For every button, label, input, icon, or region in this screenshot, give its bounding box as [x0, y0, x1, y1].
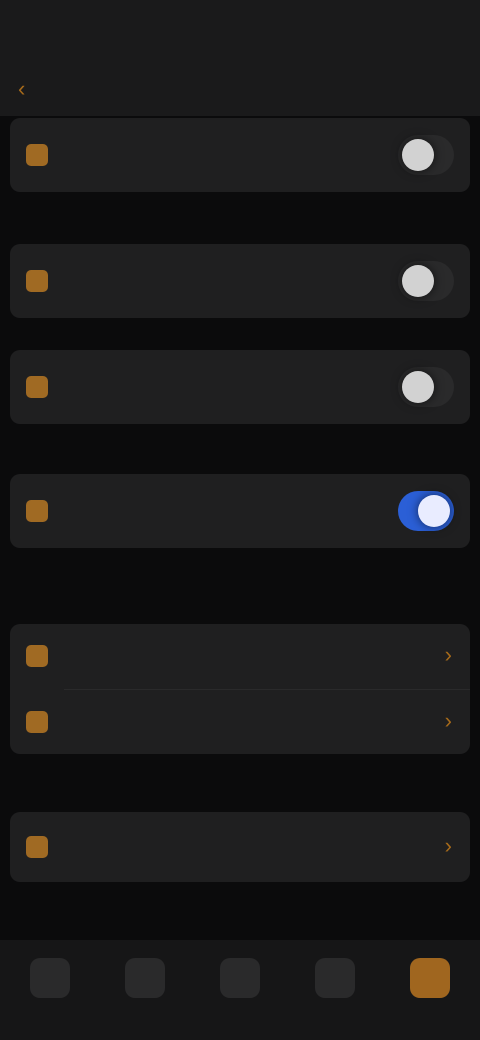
setting-card-3	[10, 350, 470, 424]
tab-5-icon[interactable]	[410, 958, 450, 998]
chevron-right-icon: ›	[444, 833, 452, 858]
row-icon	[26, 645, 48, 667]
chevron-right-icon: ›	[444, 642, 452, 667]
setting-icon	[26, 270, 48, 292]
toggle-knob	[402, 139, 434, 171]
setting-toggle[interactable]	[398, 261, 454, 301]
setting-icon	[26, 376, 48, 398]
status-bar	[0, 0, 480, 64]
back-button[interactable]: ‹	[18, 76, 25, 102]
tab-1-icon[interactable]	[30, 958, 70, 998]
setting-toggle[interactable]	[398, 491, 454, 531]
tab-3-icon[interactable]	[220, 958, 260, 998]
row-icon	[26, 711, 48, 733]
chevron-right-icon: ›	[444, 708, 452, 733]
nav-header: ‹	[0, 64, 480, 116]
setting-card-1	[10, 118, 470, 192]
nav-row[interactable]: ›	[10, 624, 470, 688]
row-icon	[26, 836, 48, 858]
setting-icon	[26, 500, 48, 522]
toggle-knob	[418, 495, 450, 527]
toggle-knob	[402, 265, 434, 297]
tab-4-icon[interactable]	[315, 958, 355, 998]
nav-row[interactable]: ›	[10, 815, 470, 879]
tab-2-icon[interactable]	[125, 958, 165, 998]
toggle-knob	[402, 371, 434, 403]
setting-toggle[interactable]	[398, 367, 454, 407]
links-group-2: ›	[10, 812, 470, 882]
setting-card-2	[10, 244, 470, 318]
links-group-1: › ›	[10, 624, 470, 754]
setting-card-4	[10, 474, 470, 548]
setting-icon	[26, 144, 48, 166]
setting-toggle[interactable]	[398, 135, 454, 175]
nav-row[interactable]: ›	[10, 690, 470, 754]
bottom-tab-bar	[0, 940, 480, 1040]
